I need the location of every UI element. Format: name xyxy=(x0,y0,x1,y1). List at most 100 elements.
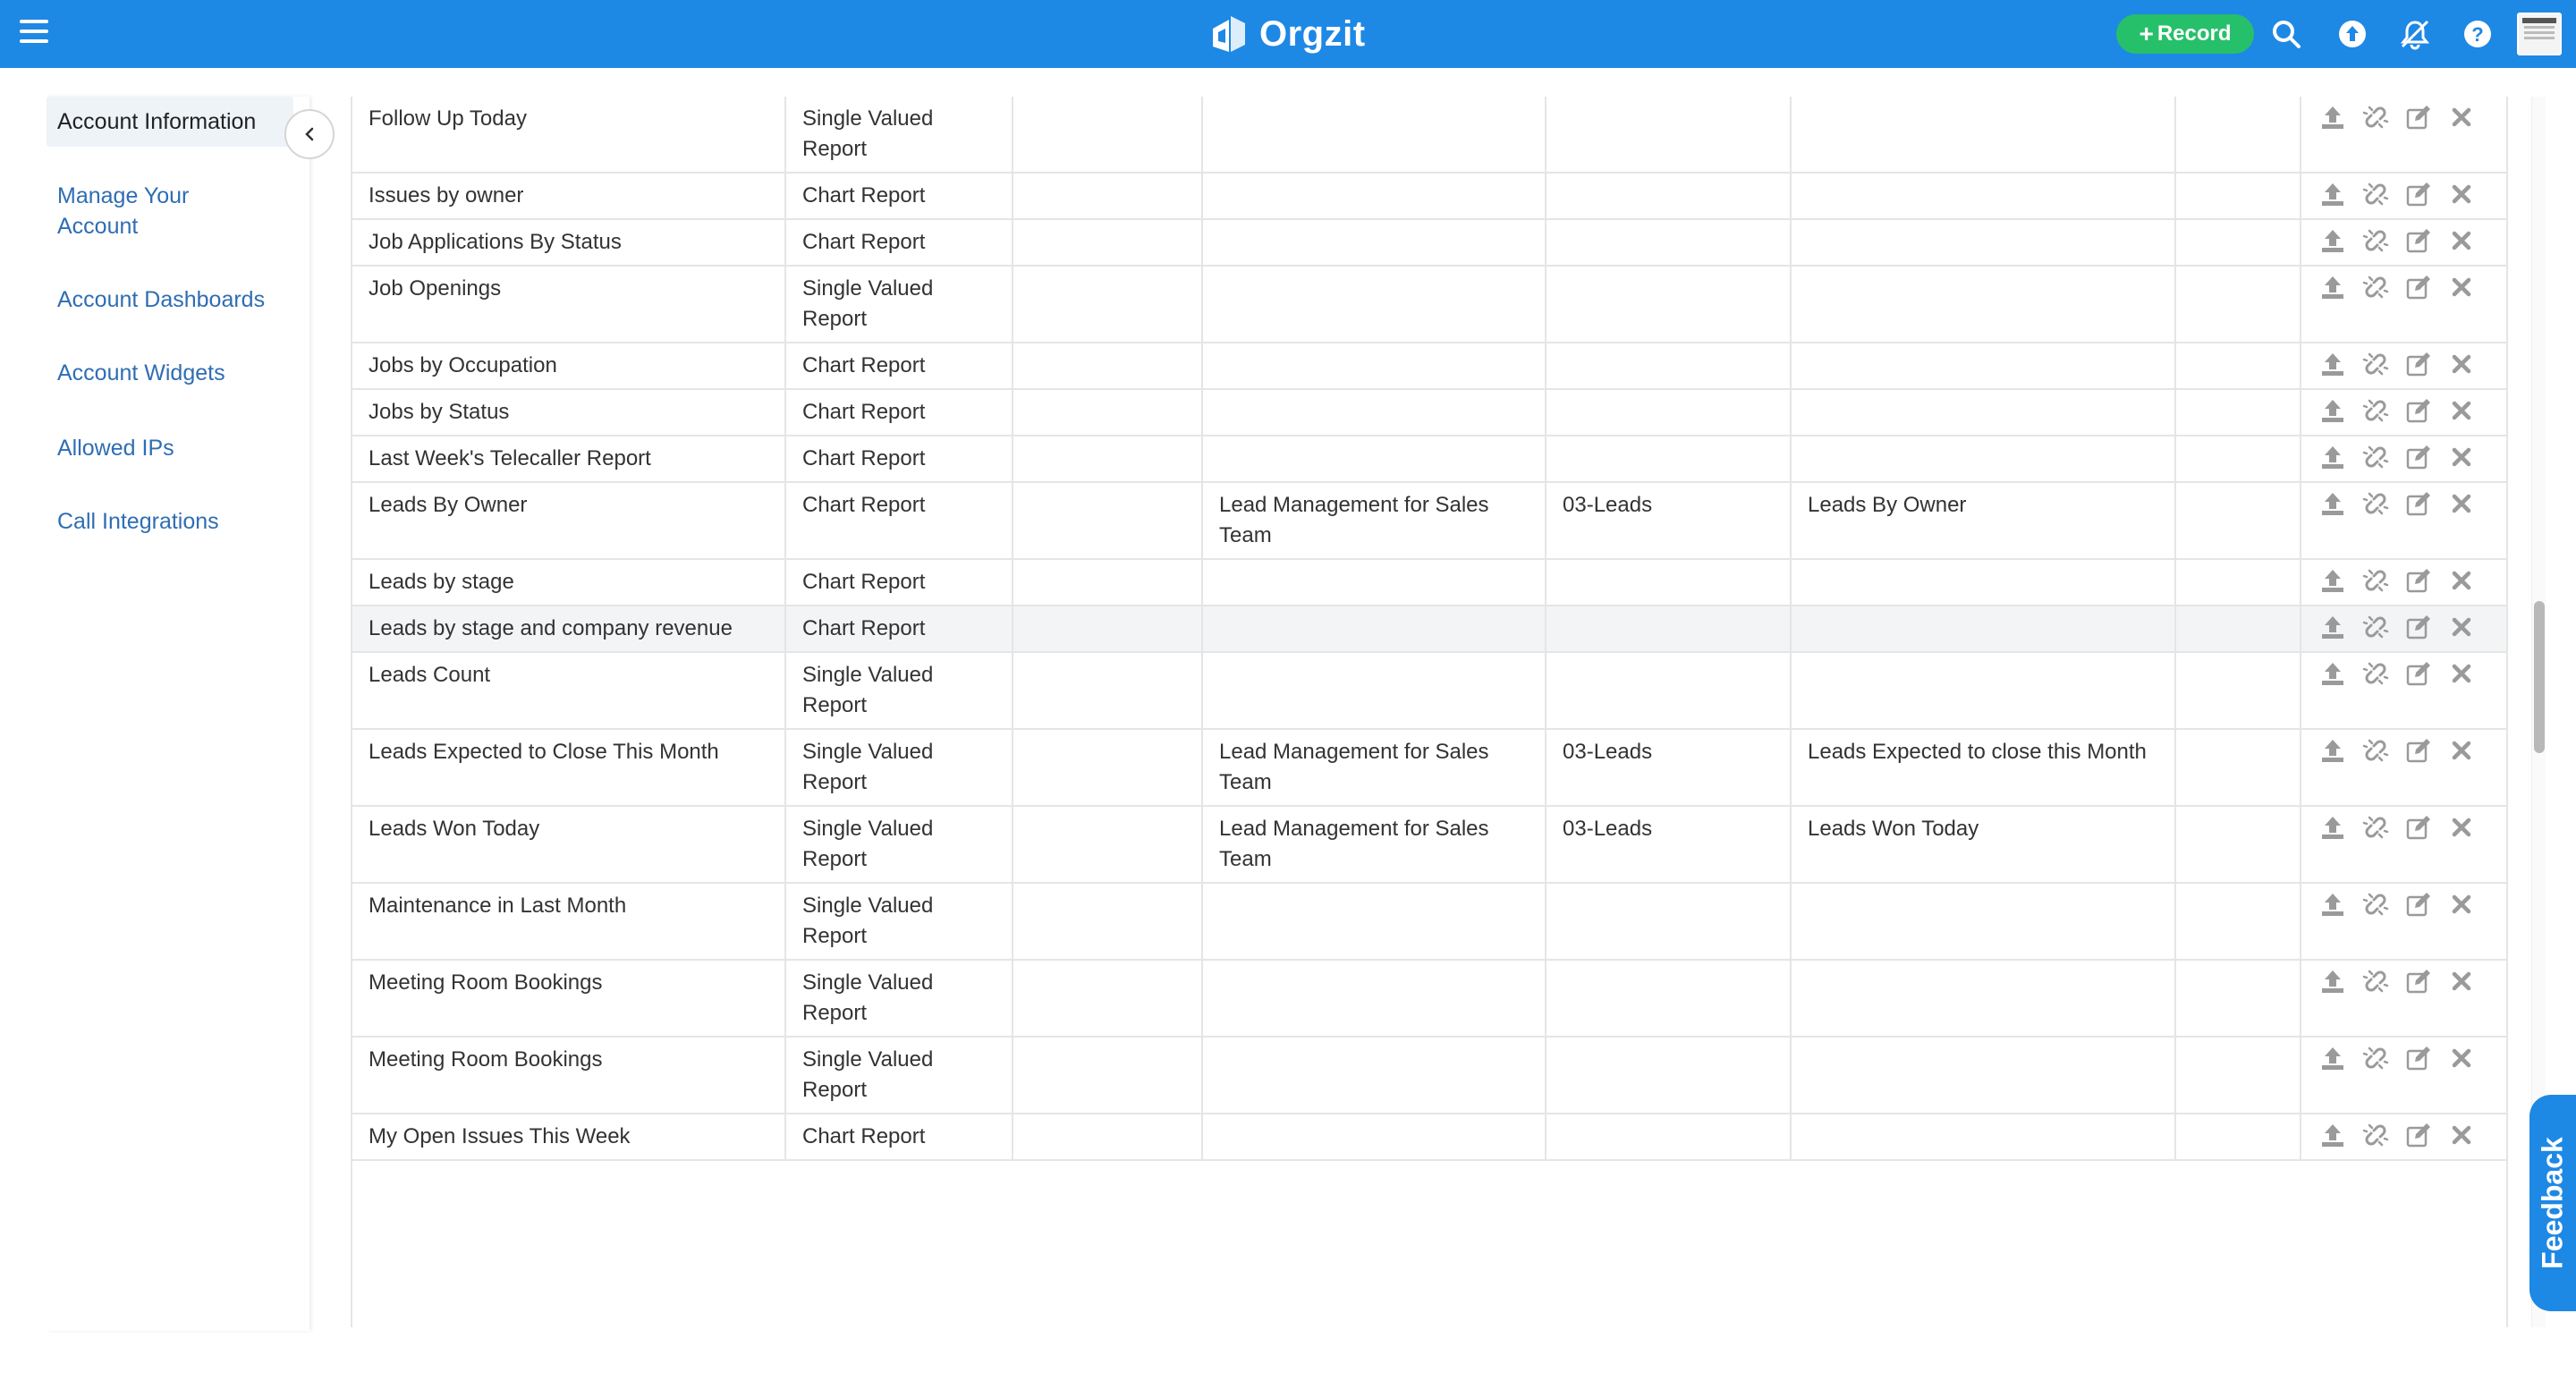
publish-icon[interactable] xyxy=(2318,395,2348,426)
edit-icon[interactable] xyxy=(2403,395,2434,426)
publish-icon[interactable] xyxy=(2318,612,2348,642)
table-row[interactable]: Leads Expected to Close This Month Singl… xyxy=(352,729,2506,807)
unlink-icon[interactable] xyxy=(2360,1043,2391,1073)
sidebar-item-account-information[interactable]: Account Information xyxy=(47,97,293,147)
edit-icon[interactable] xyxy=(2403,225,2434,256)
publish-icon[interactable] xyxy=(2318,658,2348,689)
publish-icon[interactable] xyxy=(2318,272,2348,302)
unlink-icon[interactable] xyxy=(2360,349,2391,379)
delete-icon[interactable] xyxy=(2446,1043,2477,1073)
sidebar-item-account-dashboards[interactable]: Account Dashboards xyxy=(57,284,265,315)
unlink-icon[interactable] xyxy=(2360,735,2391,766)
sidebar-item-call-integrations[interactable]: Call Integrations xyxy=(57,506,219,537)
edit-icon[interactable] xyxy=(2403,612,2434,642)
edit-icon[interactable] xyxy=(2403,735,2434,766)
notifications-muted-icon[interactable] xyxy=(2399,18,2431,50)
sidebar-item-account-widgets[interactable]: Account Widgets xyxy=(57,358,225,388)
edit-icon[interactable] xyxy=(2403,812,2434,843)
unlink-icon[interactable] xyxy=(2360,442,2391,472)
delete-icon[interactable] xyxy=(2446,1120,2477,1150)
publish-icon[interactable] xyxy=(2318,488,2348,519)
delete-icon[interactable] xyxy=(2446,395,2477,426)
unlink-icon[interactable] xyxy=(2360,1120,2391,1150)
delete-icon[interactable] xyxy=(2446,565,2477,596)
edit-icon[interactable] xyxy=(2403,889,2434,919)
edit-icon[interactable] xyxy=(2403,442,2434,472)
table-row[interactable]: Job Applications By Status Chart Report xyxy=(352,219,2506,267)
unlink-icon[interactable] xyxy=(2360,272,2391,302)
delete-icon[interactable] xyxy=(2446,225,2477,256)
edit-icon[interactable] xyxy=(2403,179,2434,209)
unlink-icon[interactable] xyxy=(2360,889,2391,919)
unlink-icon[interactable] xyxy=(2360,488,2391,519)
delete-icon[interactable] xyxy=(2446,889,2477,919)
app-logo[interactable]: Orgzit xyxy=(1209,7,1366,61)
publish-icon[interactable] xyxy=(2318,442,2348,472)
sidebar-item-manage-your-account[interactable]: Manage Your Account xyxy=(57,181,236,241)
publish-icon[interactable] xyxy=(2318,1120,2348,1150)
delete-icon[interactable] xyxy=(2446,658,2477,689)
sidebar-item-allowed-ips[interactable]: Allowed IPs xyxy=(57,433,174,463)
delete-icon[interactable] xyxy=(2446,349,2477,379)
upload-icon[interactable] xyxy=(2336,18,2368,50)
publish-icon[interactable] xyxy=(2318,889,2348,919)
delete-icon[interactable] xyxy=(2446,812,2477,843)
delete-icon[interactable] xyxy=(2446,102,2477,132)
table-row[interactable]: My Open Issues This Week Chart Report xyxy=(352,1114,2506,1161)
help-icon[interactable]: ? xyxy=(2462,18,2494,50)
table-row[interactable]: Issues by owner Chart Report xyxy=(352,173,2506,220)
delete-icon[interactable] xyxy=(2446,272,2477,302)
unlink-icon[interactable] xyxy=(2360,102,2391,132)
edit-icon[interactable] xyxy=(2403,1043,2434,1073)
edit-icon[interactable] xyxy=(2403,966,2434,996)
unlink-icon[interactable] xyxy=(2360,966,2391,996)
edit-icon[interactable] xyxy=(2403,272,2434,302)
publish-icon[interactable] xyxy=(2318,179,2348,209)
search-icon[interactable] xyxy=(2270,18,2302,50)
delete-icon[interactable] xyxy=(2446,442,2477,472)
unlink-icon[interactable] xyxy=(2360,812,2391,843)
table-row[interactable]: Job Openings Single Valued Report xyxy=(352,266,2506,343)
delete-icon[interactable] xyxy=(2446,966,2477,996)
edit-icon[interactable] xyxy=(2403,658,2434,689)
edit-icon[interactable] xyxy=(2403,349,2434,379)
user-avatar[interactable] xyxy=(2517,13,2562,55)
table-row[interactable]: Leads Count Single Valued Report xyxy=(352,652,2506,730)
publish-icon[interactable] xyxy=(2318,565,2348,596)
delete-icon[interactable] xyxy=(2446,735,2477,766)
unlink-icon[interactable] xyxy=(2360,225,2391,256)
table-row[interactable]: Meeting Room Bookings Single Valued Repo… xyxy=(352,960,2506,1038)
publish-icon[interactable] xyxy=(2318,102,2348,132)
table-row[interactable]: Last Week's Telecaller Report Chart Repo… xyxy=(352,436,2506,483)
feedback-tab[interactable]: Feedback xyxy=(2529,1095,2576,1311)
table-row[interactable]: Jobs by Occupation Chart Report xyxy=(352,343,2506,390)
publish-icon[interactable] xyxy=(2318,812,2348,843)
publish-icon[interactable] xyxy=(2318,1043,2348,1073)
add-record-button[interactable]: + Record xyxy=(2116,14,2254,54)
scrollbar-thumb[interactable] xyxy=(2534,601,2545,753)
edit-icon[interactable] xyxy=(2403,102,2434,132)
unlink-icon[interactable] xyxy=(2360,658,2391,689)
table-row[interactable]: Leads Won Today Single Valued Report Lea… xyxy=(352,806,2506,884)
unlink-icon[interactable] xyxy=(2360,612,2391,642)
table-row[interactable]: Leads By Owner Chart Report Lead Managem… xyxy=(352,482,2506,560)
edit-icon[interactable] xyxy=(2403,1120,2434,1150)
table-row[interactable]: Maintenance in Last Month Single Valued … xyxy=(352,883,2506,961)
edit-icon[interactable] xyxy=(2403,488,2434,519)
publish-icon[interactable] xyxy=(2318,349,2348,379)
publish-icon[interactable] xyxy=(2318,966,2348,996)
table-row[interactable]: Jobs by Status Chart Report xyxy=(352,389,2506,436)
unlink-icon[interactable] xyxy=(2360,395,2391,426)
unlink-icon[interactable] xyxy=(2360,565,2391,596)
table-row[interactable]: Meeting Room Bookings Single Valued Repo… xyxy=(352,1037,2506,1114)
table-row[interactable]: Leads by stage and company revenue Chart… xyxy=(352,606,2506,653)
hamburger-menu-icon[interactable] xyxy=(20,20,48,45)
table-row[interactable]: Follow Up Today Single Valued Report xyxy=(352,97,2506,174)
delete-icon[interactable] xyxy=(2446,612,2477,642)
delete-icon[interactable] xyxy=(2446,179,2477,209)
table-row[interactable]: Leads by stage Chart Report xyxy=(352,559,2506,606)
publish-icon[interactable] xyxy=(2318,735,2348,766)
publish-icon[interactable] xyxy=(2318,225,2348,256)
collapse-sidebar-button[interactable] xyxy=(284,109,335,159)
unlink-icon[interactable] xyxy=(2360,179,2391,209)
